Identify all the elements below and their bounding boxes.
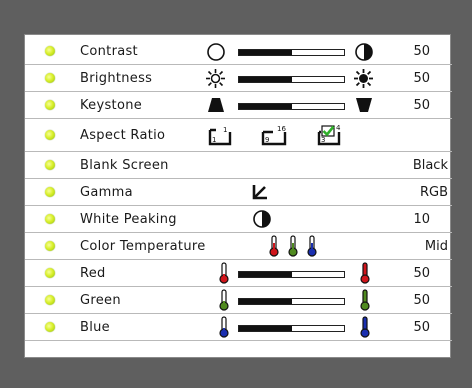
svg-text:3: 3 [321, 136, 325, 144]
aspect-1-1-icon[interactable]: 11 [208, 124, 234, 148]
blue-label: Blue [80, 320, 110, 335]
menu-row-blue[interactable]: Blue 50 [25, 314, 452, 341]
keystone-label: Keystone [80, 98, 143, 113]
aspect-ratio-label: Aspect Ratio [80, 128, 166, 143]
contrast-slider-fill [239, 50, 292, 55]
red-label: Red [80, 266, 106, 281]
svg-text:4: 4 [336, 124, 341, 132]
contrast-value: 50 [413, 44, 430, 59]
gamma-value: RGB [419, 185, 448, 200]
brightness-value: 50 [413, 71, 430, 86]
gamma-label: Gamma [80, 185, 133, 200]
menu-row-keystone[interactable]: Keystone 50 [25, 92, 452, 119]
menu-row-contrast[interactable]: Contrast 50 [25, 38, 452, 65]
svg-text:1: 1 [223, 126, 227, 134]
menu-row-brightness[interactable]: Brightness 50 [25, 65, 452, 92]
menu-row-color-temperature[interactable]: Color Temperature Mid [25, 233, 452, 260]
green-value: 50 [413, 293, 430, 308]
bullet-icon [45, 73, 55, 83]
bullet-icon [45, 46, 55, 56]
color-temperature-value: Mid [424, 239, 448, 254]
svg-text:1: 1 [212, 136, 216, 144]
thermometer-green-high-icon [359, 289, 371, 311]
bullet-icon [45, 187, 55, 197]
thermometer-blue-low-icon [218, 316, 230, 338]
bullet-icon [45, 130, 55, 140]
blue-value: 50 [413, 320, 430, 335]
menu-row-white-peaking[interactable]: White Peaking 10 [25, 206, 452, 233]
green-slider[interactable] [238, 298, 345, 305]
menu-row-blank-screen[interactable]: Blank Screen Black [25, 152, 452, 179]
red-slider-fill [239, 272, 292, 277]
brightness-label: Brightness [80, 71, 153, 86]
blank-screen-label: Blank Screen [80, 158, 169, 173]
thermometer-red-low-icon [218, 262, 230, 284]
thermometer-blue-icon [306, 235, 318, 257]
thermometer-red-icon [268, 235, 280, 257]
keystone-slider[interactable] [238, 103, 345, 110]
bullet-icon [45, 100, 55, 110]
contrast-label: Contrast [80, 44, 138, 59]
blue-slider[interactable] [238, 325, 345, 332]
gamma-curve-icon [251, 183, 269, 201]
blue-slider-fill [239, 326, 292, 331]
osd-menu-panel: Contrast 50 Brightness 50 Keystone 50 As… [24, 34, 452, 358]
thermometer-red-high-icon [359, 262, 371, 284]
red-slider[interactable] [238, 271, 345, 278]
menu-row-gamma[interactable]: Gamma RGB [25, 179, 452, 206]
brightness-slider-fill [239, 77, 292, 82]
brightness-slider[interactable] [238, 76, 345, 83]
aspect-16-9-icon[interactable]: 16 9 [261, 124, 289, 148]
sun-outline-icon [205, 68, 226, 89]
bullet-icon [45, 322, 55, 332]
thermometer-green-icon [287, 235, 299, 257]
blank-screen-value: Black [412, 158, 448, 173]
aspect-4-3-selected-icon[interactable]: 43 [317, 123, 345, 148]
contrast-low-icon [206, 42, 226, 62]
white-peaking-label: White Peaking [80, 212, 177, 227]
keystone-value: 50 [413, 98, 430, 113]
bullet-icon [45, 160, 55, 170]
green-slider-fill [239, 299, 292, 304]
sun-filled-icon [353, 68, 374, 89]
thermometer-blue-high-icon [359, 316, 371, 338]
menu-row-red[interactable]: Red 50 [25, 260, 452, 287]
white-peaking-icon [252, 209, 272, 229]
menu-row-green[interactable]: Green 50 [25, 287, 452, 314]
keystone-narrow-bottom-icon [355, 97, 373, 113]
bullet-icon [45, 295, 55, 305]
keystone-narrow-top-icon [207, 97, 225, 113]
bullet-icon [45, 268, 55, 278]
red-value: 50 [413, 266, 430, 281]
contrast-high-icon [354, 42, 374, 62]
bullet-icon [45, 241, 55, 251]
menu-row-aspect-ratio[interactable]: Aspect Ratio 11 16 9 43 [25, 119, 452, 152]
color-temperature-label: Color Temperature [80, 239, 206, 254]
svg-text:9: 9 [265, 136, 269, 144]
keystone-slider-fill [239, 104, 292, 109]
thermometer-green-low-icon [218, 289, 230, 311]
green-label: Green [80, 293, 121, 308]
contrast-slider[interactable] [238, 49, 345, 56]
bullet-icon [45, 214, 55, 224]
white-peaking-value: 10 [413, 212, 430, 227]
svg-text:16: 16 [277, 125, 286, 133]
